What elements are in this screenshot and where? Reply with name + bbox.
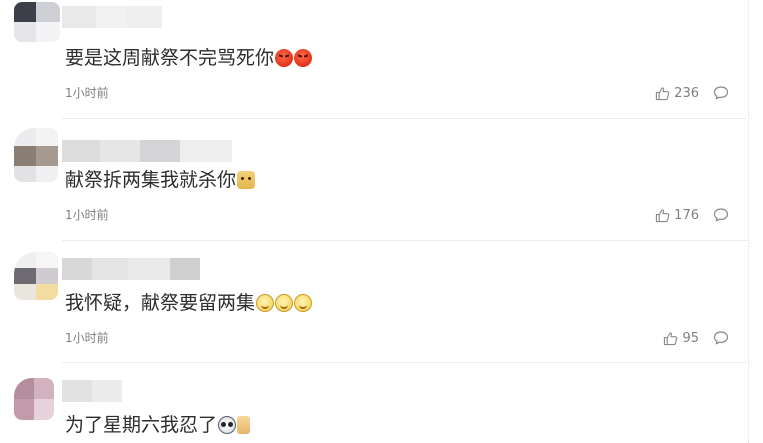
comment-text-content: 为了星期六我忍了 bbox=[65, 414, 218, 436]
comment-actions: 236 bbox=[655, 84, 729, 102]
avatar[interactable] bbox=[14, 252, 58, 300]
comment-bubble-icon bbox=[713, 331, 729, 345]
awkward-smile-emoji bbox=[256, 294, 275, 312]
like-button[interactable]: 176 bbox=[655, 208, 699, 223]
username-blurred[interactable] bbox=[62, 6, 162, 28]
comment-text-content: 献祭拆两集我就杀你 bbox=[65, 169, 237, 191]
thumbs-up-icon bbox=[664, 331, 678, 345]
comment-item: 要是这周献祭不完骂死你 1小时前 236 bbox=[0, 0, 763, 120]
angry-face-emoji bbox=[275, 49, 294, 67]
timestamp: 1小时前 bbox=[65, 331, 109, 345]
comment-bubble-icon bbox=[713, 208, 729, 222]
avatar[interactable] bbox=[14, 378, 54, 420]
comment-text-content: 要是这周献祭不完骂死你 bbox=[65, 47, 275, 69]
reply-button[interactable] bbox=[713, 330, 729, 346]
username-blurred[interactable] bbox=[62, 380, 122, 402]
timestamp: 1小时前 bbox=[65, 208, 109, 222]
awkward-smile-emoji bbox=[294, 294, 313, 312]
comment-text: 为了星期六我忍了 bbox=[65, 412, 251, 438]
comment-item: 献祭拆两集我就杀你 1小时前 176 bbox=[0, 120, 763, 241]
avatar[interactable] bbox=[14, 128, 58, 182]
like-count: 176 bbox=[674, 207, 699, 223]
comment-section: { "comments": [ { "text": "要是这周献祭不完骂死你",… bbox=[0, 0, 763, 443]
comment-text: 我怀疑，献祭要留两集 bbox=[65, 290, 313, 316]
divider bbox=[62, 118, 747, 119]
comment-text: 要是这周献祭不完骂死你 bbox=[65, 45, 313, 71]
timestamp: 1小时前 bbox=[65, 86, 109, 100]
comment-text-content: 我怀疑，献祭要留两集 bbox=[65, 292, 256, 314]
angry-face-emoji bbox=[294, 49, 313, 67]
like-count: 95 bbox=[682, 330, 699, 346]
comment-actions: 176 bbox=[655, 206, 729, 224]
reply-button[interactable] bbox=[713, 207, 729, 223]
like-button[interactable]: 236 bbox=[655, 86, 699, 101]
comment-item: 为了星期六我忍了 bbox=[0, 362, 763, 443]
like-button[interactable]: 95 bbox=[663, 331, 699, 346]
reply-button[interactable] bbox=[713, 85, 729, 101]
scroll-edge bbox=[748, 0, 763, 443]
thumbs-up-emoji bbox=[237, 416, 251, 434]
comment-bubble-icon bbox=[713, 86, 729, 100]
like-count: 236 bbox=[674, 85, 699, 101]
thumbs-up-icon bbox=[656, 208, 670, 222]
panda-emoji bbox=[218, 416, 237, 434]
awkward-smile-emoji bbox=[275, 294, 294, 312]
comment-item: 我怀疑，献祭要留两集 1小时前 95 bbox=[0, 240, 763, 363]
comment-actions: 95 bbox=[663, 329, 729, 347]
username-blurred[interactable] bbox=[62, 258, 200, 280]
avatar[interactable] bbox=[14, 2, 60, 42]
username-blurred[interactable] bbox=[62, 140, 232, 162]
thumbs-up-icon bbox=[656, 86, 670, 100]
doge-emoji bbox=[237, 171, 256, 189]
comment-text: 献祭拆两集我就杀你 bbox=[65, 167, 256, 193]
